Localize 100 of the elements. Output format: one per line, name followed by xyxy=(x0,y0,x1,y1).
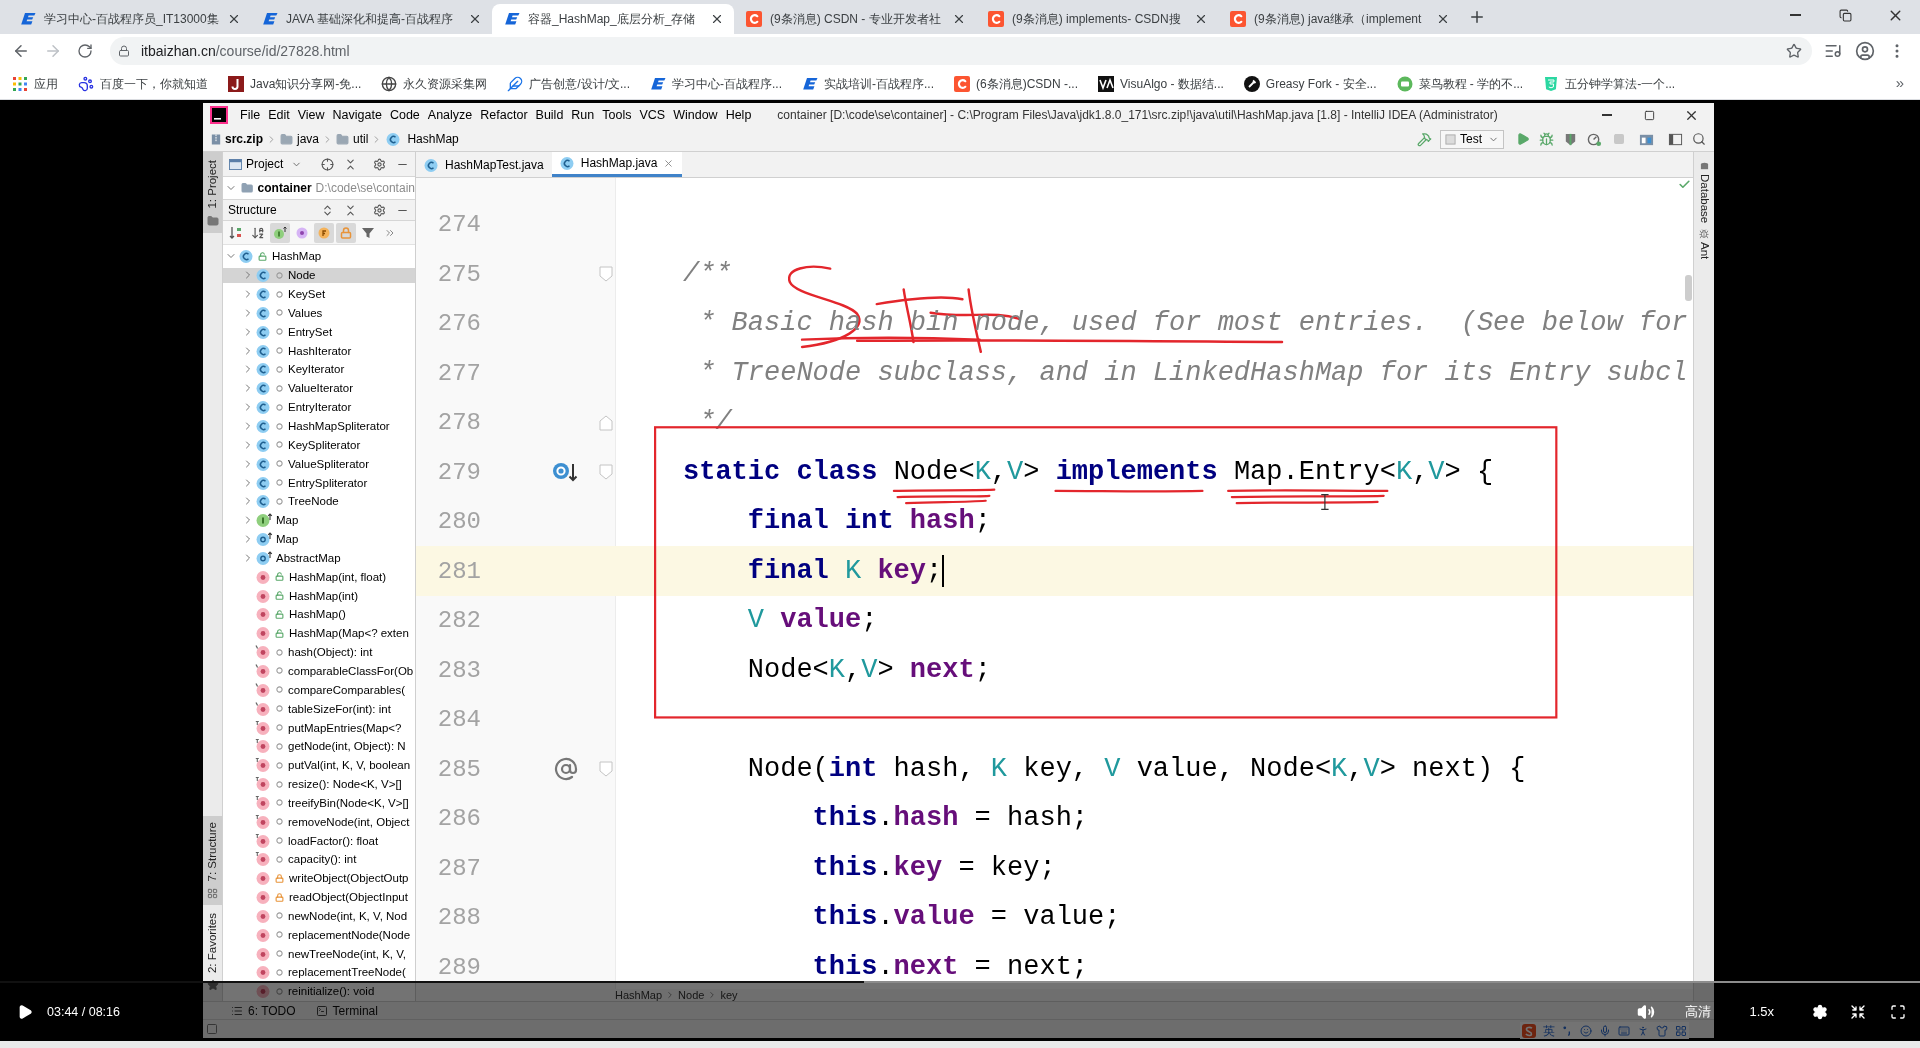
tree-item[interactable]: HashMapSpliterator xyxy=(223,418,415,434)
menu-item[interactable]: Navigate xyxy=(332,107,382,123)
scrollbar-thumb[interactable] xyxy=(1685,275,1692,301)
tree-item[interactable]: removeNode(int, Object xyxy=(223,814,415,830)
menu-item[interactable]: View xyxy=(297,107,325,123)
more-bookmarks-button[interactable]: » xyxy=(1895,72,1904,95)
tree-item[interactable]: newTreeNode(int, K, V, xyxy=(223,946,415,962)
editor-tab[interactable]: HashMap.java xyxy=(551,152,683,177)
tree-item[interactable]: container D:\code\se\contain xyxy=(223,177,415,199)
punctuation-icon[interactable] xyxy=(1562,1025,1573,1036)
menu-item[interactable]: VCS xyxy=(639,107,666,123)
tree-item[interactable]: putMapEntries(Map<? xyxy=(223,720,415,735)
bookmark[interactable]: Greasy Fork - 安全... xyxy=(1243,74,1377,93)
tree-item[interactable]: capacity(): int xyxy=(223,851,415,867)
bookmark[interactable]: 五分钟学算法-一个... xyxy=(1543,74,1676,93)
close-icon[interactable] xyxy=(1194,12,1208,26)
play-icon[interactable] xyxy=(17,1004,33,1020)
locate-icon[interactable] xyxy=(321,157,334,171)
shirt-icon[interactable] xyxy=(1656,1024,1668,1037)
search-icon[interactable] xyxy=(1692,132,1706,146)
circle-down-arrow-icon[interactable] xyxy=(552,461,578,483)
tree-item[interactable]: EntrySpliterator xyxy=(223,475,415,491)
editor-tab[interactable]: HashMapTest.java xyxy=(416,152,552,177)
new-tab-icon[interactable] xyxy=(1468,8,1486,26)
collapse-all-icon[interactable] xyxy=(344,203,357,217)
tree-item[interactable]: HashMap(int) xyxy=(223,588,415,604)
tree-item[interactable]: HashMap(Map<? exten xyxy=(223,625,415,641)
fold-marker-icon[interactable] xyxy=(599,464,613,480)
smile-icon[interactable] xyxy=(1580,1024,1592,1037)
debug-icon[interactable] xyxy=(1539,131,1554,147)
bookmark[interactable]: 永久资源采集网 xyxy=(381,74,488,93)
tree-item[interactable]: resize(): Node<K, V>[] xyxy=(223,776,415,792)
tree-item[interactable]: HashMap() xyxy=(223,606,415,622)
menu-item[interactable]: Code xyxy=(389,107,420,123)
breadcrumb-item[interactable]: util xyxy=(336,130,369,148)
profiler-icon[interactable] xyxy=(1587,131,1602,147)
menu-item[interactable]: Refactor xyxy=(480,107,528,123)
keyboard-icon[interactable] xyxy=(1618,1024,1630,1037)
tree-item[interactable]: writeObject(ObjectOutp xyxy=(223,870,415,886)
close-icon[interactable] xyxy=(468,12,482,26)
tree-item[interactable]: comparableClassFor(Ob xyxy=(223,663,415,679)
toolbar-toggle[interactable] xyxy=(270,222,290,243)
volume-icon[interactable] xyxy=(1637,1003,1656,1021)
breadcrumb-item[interactable]: src.zip xyxy=(211,130,263,148)
run-configuration-dropdown[interactable]: Test xyxy=(1440,129,1504,149)
tree-item[interactable]: ValueIterator xyxy=(223,380,415,396)
bookmark[interactable]: 广告创意/设计/文... xyxy=(507,74,631,93)
bookmark[interactable]: Java知识分享网-免... xyxy=(228,74,362,93)
toolbar-toggle[interactable] xyxy=(336,222,356,243)
tree-item[interactable]: treeifyBin(Node<K, V>[] xyxy=(223,795,415,811)
tool-window-tab[interactable]: 6: TODO xyxy=(231,1001,296,1020)
bookmark[interactable]: 学习中心-百战程序... xyxy=(650,74,783,93)
bookmark[interactable]: VisuAlgo - 数据结... xyxy=(1098,74,1224,93)
quality-button[interactable]: 高清 xyxy=(1685,1002,1712,1022)
collapse-all-icon[interactable] xyxy=(344,157,357,171)
layout-icon[interactable] xyxy=(1668,131,1683,147)
tree-item[interactable]: compareComparables( xyxy=(223,682,415,698)
tree-item[interactable]: hash(Object): int xyxy=(223,644,415,660)
tree-item[interactable]: AbstractMap xyxy=(223,550,415,566)
breadcrumb-item[interactable]: java xyxy=(280,130,320,148)
menu-item[interactable]: Help xyxy=(725,107,752,123)
at-sign-icon[interactable] xyxy=(554,757,578,781)
tool-window-tab[interactable]: Database xyxy=(1695,162,1713,224)
expand-all-icon[interactable] xyxy=(321,203,334,217)
tree-item[interactable]: Map xyxy=(223,512,415,528)
tree-item[interactable]: TreeNode xyxy=(223,493,415,509)
shrink-arrows-icon[interactable] xyxy=(1850,1004,1866,1020)
bookmark[interactable]: 应用 xyxy=(12,74,58,93)
menu-item[interactable]: Run xyxy=(571,107,595,123)
breadcrumb-item[interactable]: Node xyxy=(678,989,705,1001)
close-icon[interactable] xyxy=(952,12,966,26)
fold-marker-icon[interactable] xyxy=(599,414,613,431)
media-control-icon[interactable] xyxy=(1824,42,1842,60)
tree-item[interactable]: Values xyxy=(223,305,415,321)
browser-tab[interactable]: 容器_HashMap_底层分析_存储 xyxy=(492,4,734,34)
bookmark-star-icon[interactable] xyxy=(1786,43,1802,59)
tree-item[interactable]: Node xyxy=(223,267,415,283)
address-field[interactable]: itbaizhan.cn/course/id/27828.html xyxy=(110,37,1812,65)
bookmark[interactable]: 百度一下，你就知道 xyxy=(78,74,208,93)
tree-item[interactable]: ValueSpliterator xyxy=(223,456,415,472)
tool-window-tab[interactable]: Ant xyxy=(1695,229,1713,260)
square-icon[interactable] xyxy=(206,1023,218,1035)
coverage-icon[interactable] xyxy=(1563,131,1578,147)
fullscreen-icon[interactable] xyxy=(1890,1004,1906,1020)
menu-item[interactable]: Window xyxy=(673,107,718,123)
tree-item[interactable]: readObject(ObjectInput xyxy=(223,889,415,905)
menu-item[interactable]: Analyze xyxy=(427,107,473,123)
tree-item[interactable]: KeySet xyxy=(223,286,415,302)
tree-item[interactable]: getNode(int, Object): N xyxy=(223,738,415,754)
breadcrumb-item[interactable]: HashMap xyxy=(385,130,459,148)
menu-item[interactable]: Tools xyxy=(602,107,632,123)
tree-item[interactable]: KeySpliterator xyxy=(223,437,415,453)
fold-marker-icon[interactable] xyxy=(599,761,613,777)
tree-item[interactable]: HashMap(int, float) xyxy=(223,569,415,585)
menu-item[interactable]: File xyxy=(240,107,261,123)
person-icon[interactable] xyxy=(1637,1024,1649,1037)
tree-item[interactable]: replacementTreeNode( xyxy=(223,965,415,980)
tool-window-tab[interactable]: Terminal xyxy=(315,1001,378,1020)
grid-icon[interactable] xyxy=(1675,1024,1687,1037)
breadcrumb-item[interactable]: key xyxy=(720,989,738,1001)
